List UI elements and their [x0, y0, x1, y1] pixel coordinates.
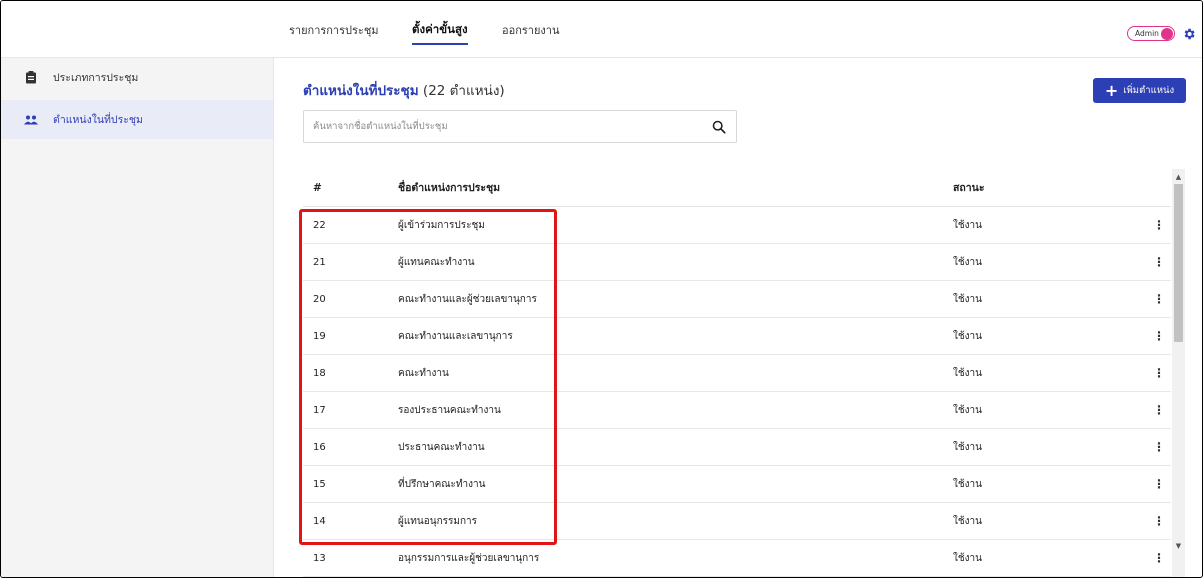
- row-name: ผู้แทนคณะทำงาน: [398, 256, 475, 268]
- search-icon[interactable]: [712, 120, 726, 134]
- row-menu-icon[interactable]: ⋮: [1153, 429, 1165, 465]
- row-menu-icon[interactable]: ⋮: [1153, 207, 1165, 243]
- row-status: ใช้งาน: [953, 552, 983, 564]
- row-num: 21: [313, 256, 326, 268]
- add-button-label: เพิ่มตำแหน่ง: [1123, 85, 1175, 96]
- row-name: คณะทำงานและผู้ช่วยเลขานุการ: [398, 293, 537, 305]
- table-row[interactable]: 18 คณะทำงาน ใช้งาน ⋮: [303, 355, 1171, 392]
- row-name: คณะทำงาน: [398, 367, 449, 379]
- table-header: # ชื่อตำแหน่งการประชุม สถานะ: [303, 169, 1171, 207]
- row-name: รองประธานคณะทำงาน: [398, 404, 501, 416]
- sidebar-item-label: ตำแหน่งในที่ประชุม: [53, 114, 143, 126]
- row-menu-icon[interactable]: ⋮: [1153, 503, 1165, 539]
- row-status: ใช้งาน: [953, 256, 983, 268]
- row-num: 18: [313, 367, 326, 379]
- header-name: ชื่อตำแหน่งการประชุม: [398, 182, 501, 194]
- positions-table: # ชื่อตำแหน่งการประชุม สถานะ 22 ผู้เข้าร…: [303, 169, 1171, 577]
- row-num: 20: [313, 293, 326, 305]
- admin-label: Admin: [1135, 29, 1159, 38]
- tab-advanced-settings[interactable]: ตั้งค่าขั้นสูง: [412, 1, 468, 58]
- row-num: 16: [313, 441, 326, 453]
- table-row[interactable]: 17 รองประธานคณะทำงาน ใช้งาน ⋮: [303, 392, 1171, 429]
- search-input[interactable]: [304, 111, 704, 142]
- row-name: ผู้แทนอนุกรรมการ: [398, 515, 478, 527]
- row-name: คณะทำงานและเลขานุการ: [398, 330, 513, 342]
- row-name: ประธานคณะทำงาน: [398, 441, 485, 453]
- row-status: ใช้งาน: [953, 367, 983, 379]
- table-row[interactable]: 13 อนุกรรมการและผู้ช่วยเลขานุการ ใช้งาน …: [303, 540, 1171, 577]
- tab-label: ออกรายงาน: [502, 23, 560, 37]
- row-name: ที่ปรึกษาคณะทำงาน: [398, 478, 486, 490]
- table-row[interactable]: 15 ที่ปรึกษาคณะทำงาน ใช้งาน ⋮: [303, 466, 1171, 503]
- row-num: 13: [313, 552, 326, 564]
- gear-icon[interactable]: [1182, 27, 1196, 41]
- scroll-down-arrow-icon[interactable]: ▼: [1172, 540, 1185, 552]
- row-menu-icon[interactable]: ⋮: [1153, 540, 1165, 576]
- position-count: (22 ตำแหน่ง): [422, 83, 505, 99]
- row-num: 15: [313, 478, 326, 490]
- row-status: ใช้งาน: [953, 515, 983, 527]
- row-status: ใช้งาน: [953, 330, 983, 342]
- row-status: ใช้งาน: [953, 404, 983, 416]
- row-status: ใช้งาน: [953, 441, 983, 453]
- table-row[interactable]: 22 ผู้เข้าร่วมการประชุม ใช้งาน ⋮: [303, 207, 1171, 244]
- row-name: ผู้เข้าร่วมการประชุม: [398, 219, 485, 231]
- admin-toggle[interactable]: Admin: [1127, 26, 1175, 41]
- page-heading: ตำแหน่งในที่ประชุม (22 ตำแหน่ง): [303, 79, 505, 101]
- top-nav: รายการการประชุม ตั้งค่าขั้นสูง ออกรายงาน…: [1, 1, 1202, 58]
- row-num: 22: [313, 219, 326, 231]
- tab-label: รายการการประชุม: [289, 23, 379, 37]
- row-menu-icon[interactable]: ⋮: [1153, 281, 1165, 317]
- tab-label: ตั้งค่าขั้นสูง: [412, 21, 468, 36]
- scrollbar-thumb[interactable]: [1174, 184, 1183, 342]
- table-row[interactable]: 16 ประธานคณะทำงาน ใช้งาน ⋮: [303, 429, 1171, 466]
- toggle-knob: [1161, 28, 1173, 40]
- header-status: สถานะ: [953, 182, 985, 194]
- add-position-button[interactable]: + เพิ่มตำแหน่ง: [1093, 78, 1186, 103]
- clipboard-icon: [24, 71, 38, 85]
- header-num: #: [313, 181, 322, 194]
- row-num: 17: [313, 404, 326, 416]
- search-box: [303, 110, 737, 143]
- row-status: ใช้งาน: [953, 219, 983, 231]
- tab-meeting-list[interactable]: รายการการประชุม: [289, 1, 379, 58]
- row-menu-icon[interactable]: ⋮: [1153, 466, 1165, 502]
- table-row[interactable]: 19 คณะทำงานและเลขานุการ ใช้งาน ⋮: [303, 318, 1171, 355]
- sidebar-item-meeting-types[interactable]: ประเภทการประชุม: [1, 58, 273, 97]
- page-title: ตำแหน่งในที่ประชุม: [303, 83, 419, 99]
- plus-icon: +: [1104, 80, 1119, 100]
- users-icon: [24, 113, 38, 127]
- row-num: 14: [313, 515, 326, 527]
- table-scrollbar[interactable]: ▲ ▼: [1172, 169, 1185, 577]
- row-status: ใช้งาน: [953, 293, 983, 305]
- active-tab-underline: [412, 43, 468, 45]
- tab-reports[interactable]: ออกรายงาน: [502, 1, 559, 58]
- app-window: รายการการประชุม ตั้งค่าขั้นสูง ออกรายงาน…: [0, 0, 1203, 578]
- row-num: 19: [313, 330, 326, 342]
- sidebar: ประเภทการประชุม ตำแหน่งในที่ประชุม: [1, 58, 274, 577]
- sidebar-item-label: ประเภทการประชุม: [53, 72, 139, 84]
- row-name: อนุกรรมการและผู้ช่วยเลขานุการ: [398, 552, 540, 564]
- table-row[interactable]: 14 ผู้แทนอนุกรรมการ ใช้งาน ⋮: [303, 503, 1171, 540]
- row-status: ใช้งาน: [953, 478, 983, 490]
- row-menu-icon[interactable]: ⋮: [1153, 392, 1165, 428]
- sidebar-item-meeting-positions[interactable]: ตำแหน่งในที่ประชุม: [1, 100, 273, 139]
- row-menu-icon[interactable]: ⋮: [1153, 318, 1165, 354]
- table-row[interactable]: 21 ผู้แทนคณะทำงาน ใช้งาน ⋮: [303, 244, 1171, 281]
- table-row[interactable]: 20 คณะทำงานและผู้ช่วยเลขานุการ ใช้งาน ⋮: [303, 281, 1171, 318]
- row-menu-icon[interactable]: ⋮: [1153, 244, 1165, 280]
- scroll-up-arrow-icon[interactable]: ▲: [1172, 171, 1185, 183]
- row-menu-icon[interactable]: ⋮: [1153, 355, 1165, 391]
